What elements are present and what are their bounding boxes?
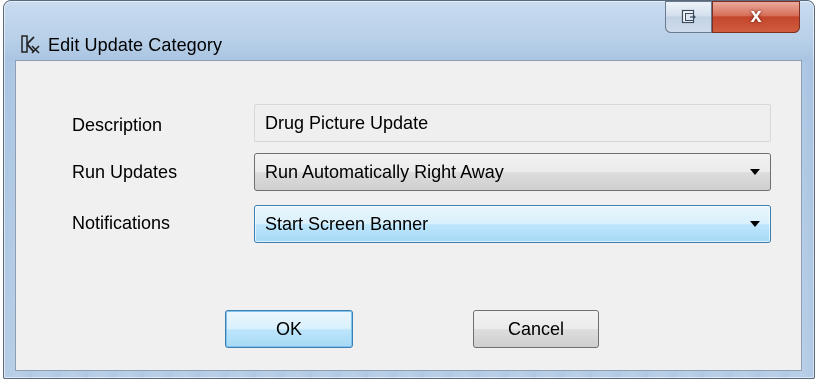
window-title: Edit Update Category [48,35,223,55]
run-updates-label: Run Updates [72,162,178,182]
notifications-select[interactable]: Start Screen Banner [254,205,771,243]
description-field: Drug Picture Update [254,104,771,142]
ok-button[interactable]: OK [225,310,353,348]
chevron-down-icon[interactable] [750,169,760,175]
cancel-button[interactable]: Cancel [473,310,599,348]
notifications-value: Start Screen Banner [265,214,429,234]
close-icon: x [750,5,762,27]
title-bar[interactable]: Edit Update Category x [4,1,814,57]
chevron-down-icon[interactable] [750,221,760,227]
notifications-label: Notifications [72,213,171,233]
app-logo-icon [21,35,41,55]
dialog-window: Edit Update Category x Description Drug … [3,0,815,379]
run-updates-value: Run Automatically Right Away [265,162,504,182]
description-label: Description [72,115,163,135]
run-updates-select[interactable]: Run Automatically Right Away [254,153,771,191]
description-value: Drug Picture Update [265,113,429,133]
close-button[interactable]: x [712,1,800,33]
restore-button[interactable] [665,1,712,33]
dialog-content: Description Drug Picture Update Run Upda… [15,60,802,371]
